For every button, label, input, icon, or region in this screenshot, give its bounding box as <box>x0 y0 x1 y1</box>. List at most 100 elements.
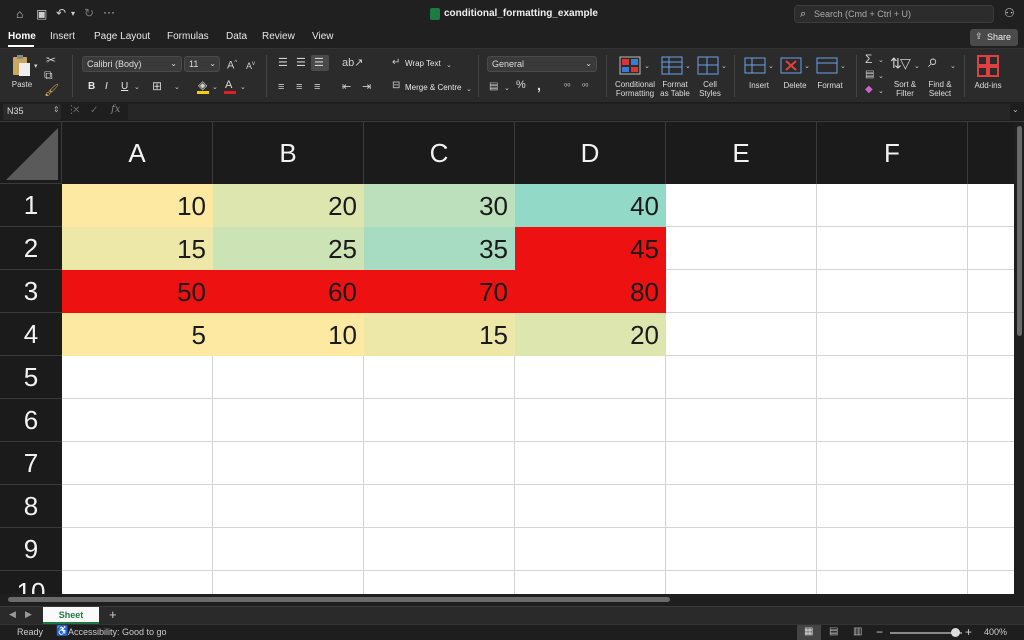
column-header-a[interactable]: A <box>62 122 213 184</box>
find-select-button[interactable]: ⌕ ⌄ <box>926 52 956 80</box>
tab-review[interactable]: Review <box>262 31 295 42</box>
paste-button[interactable] <box>10 54 32 78</box>
underline-icon[interactable]: U <box>121 81 128 92</box>
insert-cells-button[interactable]: ⌄ <box>744 54 774 80</box>
cell-c7[interactable] <box>364 442 515 485</box>
percent-icon[interactable]: % <box>516 79 526 91</box>
cell-e5[interactable] <box>666 356 817 399</box>
cell-e6[interactable] <box>666 399 817 442</box>
account-icon[interactable]: ⚇ <box>1004 7 1015 19</box>
row-header-7[interactable]: 7 <box>0 442 62 485</box>
cell-f8[interactable] <box>817 485 968 528</box>
row-header-6[interactable]: 6 <box>0 399 62 442</box>
cell-f2[interactable] <box>817 227 968 270</box>
cell-f9[interactable] <box>817 528 968 571</box>
cell-d3[interactable]: 80 <box>515 270 666 313</box>
cell-a4[interactable]: 5 <box>62 313 213 356</box>
cell-e7[interactable] <box>666 442 817 485</box>
expand-formula-icon[interactable]: ⌄ <box>1012 105 1019 114</box>
cancel-icon[interactable]: ✕ <box>72 105 80 116</box>
cell-e3[interactable] <box>666 270 817 313</box>
align-center-icon[interactable]: ≡ <box>296 81 302 93</box>
cell-e4[interactable] <box>666 313 817 356</box>
cell-c2[interactable]: 35 <box>364 227 515 270</box>
delete-cells-button[interactable]: ⌄ <box>780 54 810 80</box>
cell-d6[interactable] <box>515 399 666 442</box>
zoom-slider-thumb[interactable] <box>951 628 960 637</box>
cell-a10[interactable] <box>62 571 213 594</box>
cell-f1[interactable] <box>817 184 968 227</box>
cell-a9[interactable] <box>62 528 213 571</box>
cell-a7[interactable] <box>62 442 213 485</box>
row-header-5[interactable]: 5 <box>0 356 62 399</box>
bold-icon[interactable]: B <box>88 81 95 92</box>
cell-d5[interactable] <box>515 356 666 399</box>
increase-indent-icon[interactable]: ⇥ <box>362 81 371 93</box>
cell-d4[interactable]: 20 <box>515 313 666 356</box>
decrease-font-icon[interactable]: Av <box>246 58 255 72</box>
increase-decimal-icon[interactable]: ⁰⁰ <box>564 81 570 93</box>
horizontal-scrollbar[interactable] <box>0 594 1014 606</box>
column-header-d[interactable]: D <box>515 122 666 184</box>
tab-insert[interactable]: Insert <box>50 31 75 42</box>
cell-d7[interactable] <box>515 442 666 485</box>
cell-d1[interactable]: 40 <box>515 184 666 227</box>
horizontal-scroll-thumb[interactable] <box>8 597 670 602</box>
name-box[interactable]: N35 ⇕ <box>3 104 61 120</box>
tab-home[interactable]: Home <box>8 31 36 42</box>
row-header-10[interactable]: 10 <box>0 571 62 594</box>
cell-styles-button[interactable]: ⌄ <box>696 54 727 80</box>
font-color-icon[interactable]: A <box>225 79 232 91</box>
cell-c6[interactable] <box>364 399 515 442</box>
page-break-view-icon[interactable]: ▥ <box>853 626 862 637</box>
search-box[interactable]: ⌕ Search (Cmd + Ctrl + U) <box>794 5 994 23</box>
cell-c10[interactable] <box>364 571 515 594</box>
cell-a3[interactable]: 50 <box>62 270 213 313</box>
cell-b8[interactable] <box>213 485 364 528</box>
autosum-icon[interactable]: Σ <box>865 53 872 65</box>
tab-data[interactable]: Data <box>226 31 247 42</box>
save-icon[interactable]: ▣ <box>36 8 47 20</box>
undo-dropdown-icon[interactable]: ▾ <box>71 8 75 20</box>
format-cells-button[interactable]: ⌄ <box>816 54 846 80</box>
cell-g3[interactable] <box>968 270 1014 313</box>
row-header-3[interactable]: 3 <box>0 270 62 313</box>
vertical-scrollbar[interactable] <box>1014 122 1024 606</box>
align-bottom-icon[interactable]: ☰ <box>314 57 324 69</box>
cell-b2[interactable]: 25 <box>213 227 364 270</box>
font-name-dropdown[interactable]: Calibri (Body) ⌄ <box>82 56 182 72</box>
cell-b5[interactable] <box>213 356 364 399</box>
next-sheet-icon[interactable]: ▶ <box>25 609 32 620</box>
comma-icon[interactable]: , <box>537 77 541 93</box>
cell-b1[interactable]: 20 <box>213 184 364 227</box>
confirm-icon[interactable]: ✓ <box>90 105 98 116</box>
cell-g7[interactable] <box>968 442 1014 485</box>
cell-c9[interactable] <box>364 528 515 571</box>
cell-b6[interactable] <box>213 399 364 442</box>
align-top-icon[interactable]: ☰ <box>278 57 288 69</box>
cut-icon[interactable]: ✂ <box>46 54 56 66</box>
cell-c4[interactable]: 15 <box>364 313 515 356</box>
number-format-dropdown[interactable]: General ⌄ <box>487 56 597 72</box>
accessibility-status[interactable]: Accessibility: Good to go <box>68 627 167 637</box>
column-header-c[interactable]: C <box>364 122 515 184</box>
sheet-tab[interactable]: Sheet <box>43 607 99 624</box>
format-as-table-button[interactable]: ⌄ <box>660 54 691 80</box>
align-middle-icon[interactable]: ☰ <box>296 57 306 69</box>
column-header-e[interactable]: E <box>666 122 817 184</box>
wrap-text-icon[interactable]: ↵ <box>392 57 400 69</box>
row-header-2[interactable]: 2 <box>0 227 62 270</box>
cell-g4[interactable] <box>968 313 1014 356</box>
cell-f3[interactable] <box>817 270 968 313</box>
cell-b7[interactable] <box>213 442 364 485</box>
cell-b9[interactable] <box>213 528 364 571</box>
cell-e2[interactable] <box>666 227 817 270</box>
italic-icon[interactable]: I <box>105 81 108 92</box>
zoom-in-icon[interactable]: + <box>965 625 972 639</box>
spreadsheet-grid[interactable]: ABCDEF 1 2 3 4 5 6 7 8 9 10 10 20 30 40 15 25 35 45 50 60 7… <box>0 122 1014 594</box>
cell-e1[interactable] <box>666 184 817 227</box>
zoom-out-icon[interactable]: − <box>876 625 883 639</box>
row-header-4[interactable]: 4 <box>0 313 62 356</box>
orientation-icon[interactable]: ab↗ <box>342 57 363 69</box>
tab-view[interactable]: View <box>312 31 334 42</box>
